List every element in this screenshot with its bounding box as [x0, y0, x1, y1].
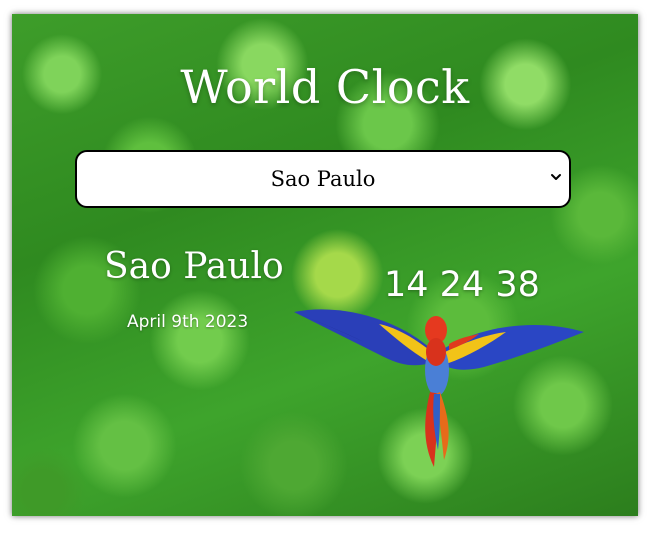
city-date: April 9th 2023	[127, 312, 249, 332]
city-select[interactable]: Sao Paulo	[75, 150, 571, 208]
parrot-illustration	[294, 309, 584, 467]
city-name: Sao Paulo	[104, 246, 284, 287]
city-select-value: Sao Paulo	[270, 167, 376, 191]
page-title: World Clock	[180, 60, 470, 114]
app-frame: World Clock Sao Paulo Sao Paulo April 9t…	[12, 14, 638, 516]
chevron-down-icon	[551, 174, 561, 180]
city-time: 14 24 38	[384, 265, 540, 305]
